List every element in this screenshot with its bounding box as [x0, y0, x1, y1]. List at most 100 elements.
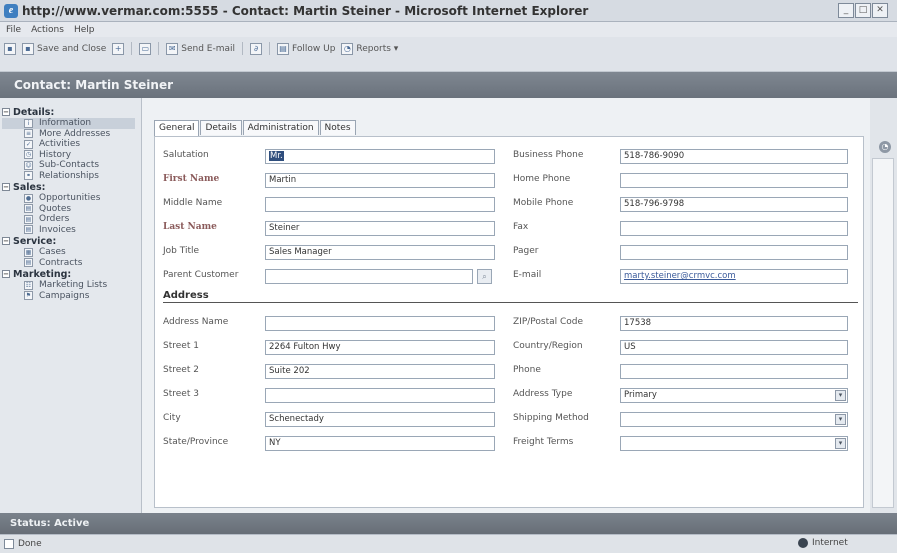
tab-details[interactable]: Details [200, 120, 242, 135]
last-name-field[interactable]: Steiner [265, 221, 495, 236]
chevron-down-icon[interactable]: ▾ [835, 438, 846, 449]
pager-label: Pager [513, 246, 539, 256]
address-type-label: Address Type [513, 389, 573, 399]
sidebar-item-activities[interactable]: ✓ Activities [2, 139, 141, 150]
reports-button[interactable]: ◔ Reports ▾ [341, 42, 398, 56]
sidebar-item-label: Contracts [39, 257, 83, 268]
first-name-field[interactable]: Martin [265, 173, 495, 188]
menu-actions[interactable]: Actions [31, 25, 64, 35]
close-icon[interactable]: ✕ [872, 3, 888, 18]
toolbar-separator [269, 42, 271, 55]
maximize-icon[interactable]: □ [855, 3, 871, 18]
toolbar-separator [131, 42, 133, 55]
parent-customer-field[interactable] [265, 269, 473, 284]
sidebar-item-orders[interactable]: ▤ Orders [2, 214, 141, 225]
browser-status-text: Done [18, 539, 42, 549]
send-email-button[interactable]: ✉ Send E-mail [166, 42, 235, 56]
sidebar-section-service[interactable]: − Service: [2, 235, 141, 247]
phone-field[interactable] [620, 364, 848, 379]
save-button[interactable]: ▪ [4, 42, 16, 56]
freight-terms-label: Freight Terms [513, 437, 574, 447]
home-phone-label: Home Phone [513, 174, 571, 184]
sidebar-item-more-addresses[interactable]: ≡ More Addresses [2, 129, 141, 140]
collapse-icon: − [2, 108, 10, 116]
history-icon: ◷ [24, 150, 33, 160]
city-field[interactable]: Schenectady [265, 412, 495, 427]
address-name-field[interactable] [265, 316, 495, 331]
window-title: http://www.vermar.com:5555 - Contact: Ma… [22, 3, 589, 18]
print-button[interactable]: ▭ [139, 42, 152, 56]
save-new-icon: + [112, 43, 125, 55]
country-field[interactable]: US [620, 340, 848, 355]
collapse-icon: − [2, 270, 10, 278]
attach-button[interactable]: ∂ [250, 42, 263, 56]
sidebar-section-label: Service: [13, 235, 57, 247]
shipping-method-label: Shipping Method [513, 413, 589, 423]
save-and-close-button[interactable]: ▪ Save and Close [22, 42, 106, 56]
sub-contacts-icon: ☺ [24, 160, 33, 170]
salutation-field[interactable]: Mr. [265, 149, 495, 164]
job-title-field[interactable]: Sales Manager [265, 245, 495, 260]
menu-file[interactable]: File [6, 25, 21, 35]
page-icon [4, 539, 14, 549]
street1-field[interactable]: 2264 Fulton Hwy [265, 340, 495, 355]
fax-field[interactable] [620, 221, 848, 236]
reports-label: Reports ▾ [356, 44, 399, 54]
sidebar-section-marketing[interactable]: − Marketing: [2, 268, 141, 280]
middle-name-field[interactable] [265, 197, 495, 212]
state-field[interactable]: NY [265, 436, 495, 451]
activities-icon: ✓ [24, 139, 33, 149]
home-phone-field[interactable] [620, 173, 848, 188]
minimize-icon[interactable]: _ [838, 3, 854, 18]
salutation-value: Mr. [269, 151, 284, 161]
mobile-phone-field[interactable]: 518-796-9798 [620, 197, 848, 212]
sidebar-item-quotes[interactable]: ▤ Quotes [2, 204, 141, 215]
vertical-scrollbar[interactable] [872, 158, 894, 508]
first-name-label: First Name [163, 174, 220, 184]
globe-icon [798, 538, 808, 548]
sidebar-item-invoices[interactable]: ▤ Invoices [2, 225, 141, 236]
chevron-down-icon[interactable]: ▾ [835, 414, 846, 425]
tab-notes[interactable]: Notes [319, 120, 356, 135]
freight-terms-select[interactable]: ▾ [620, 436, 848, 451]
address-type-select[interactable]: Primary ▾ [620, 388, 848, 403]
sidebar-item-history[interactable]: ◷ History [2, 150, 141, 161]
sidebar-item-contracts[interactable]: ▤ Contracts [2, 258, 141, 269]
sidebar: − Details: i Information ≡ More Addresses ✓… [0, 98, 142, 513]
street2-field[interactable]: Suite 202 [265, 364, 495, 379]
shipping-method-select[interactable]: ▾ [620, 412, 848, 427]
street3-field[interactable] [265, 388, 495, 403]
marketing-lists-icon: ☷ [24, 280, 33, 290]
sidebar-item-campaigns[interactable]: ⚑ Campaigns [2, 291, 141, 302]
help-icon[interactable]: ◔ [879, 141, 891, 153]
opportunities-icon: ● [24, 193, 33, 203]
sidebar-section-sales[interactable]: − Sales: [2, 181, 141, 193]
sidebar-section-details[interactable]: − Details: [2, 106, 141, 118]
chevron-down-icon[interactable]: ▾ [835, 390, 846, 401]
menu-help[interactable]: Help [74, 25, 95, 35]
sidebar-item-relationships[interactable]: ⚭ Relationships [2, 171, 141, 182]
address-type-value: Primary [624, 390, 657, 400]
sidebar-item-cases[interactable]: ▦ Cases [2, 247, 141, 258]
sidebar-item-marketing-lists[interactable]: ☷ Marketing Lists [2, 280, 141, 291]
sidebar-item-sub-contacts[interactable]: ☺ Sub-Contacts [2, 160, 141, 171]
parent-customer-label: Parent Customer [163, 270, 239, 280]
sidebar-item-label: Invoices [39, 224, 76, 235]
follow-up-button[interactable]: ▤ Follow Up [277, 42, 335, 56]
send-email-label: Send E-mail [181, 44, 236, 54]
email-field[interactable]: marty.steiner@crmvc.com [620, 269, 848, 284]
toolbar-separator [242, 42, 244, 55]
invoices-icon: ▤ [24, 225, 33, 235]
tab-administration[interactable]: Administration [242, 120, 319, 135]
sidebar-item-information[interactable]: i Information [2, 118, 135, 129]
right-panel: ◔ [870, 98, 897, 513]
orders-icon: ▤ [24, 214, 33, 224]
tab-general[interactable]: General [154, 120, 200, 136]
lookup-icon[interactable]: ⌕ [477, 269, 492, 284]
salutation-label: Salutation [163, 150, 209, 160]
pager-field[interactable] [620, 245, 848, 260]
sidebar-item-opportunities[interactable]: ● Opportunities [2, 193, 141, 204]
business-phone-field[interactable]: 518-786-9090 [620, 149, 848, 164]
zip-field[interactable]: 17538 [620, 316, 848, 331]
save-new-button[interactable]: + [112, 42, 125, 56]
